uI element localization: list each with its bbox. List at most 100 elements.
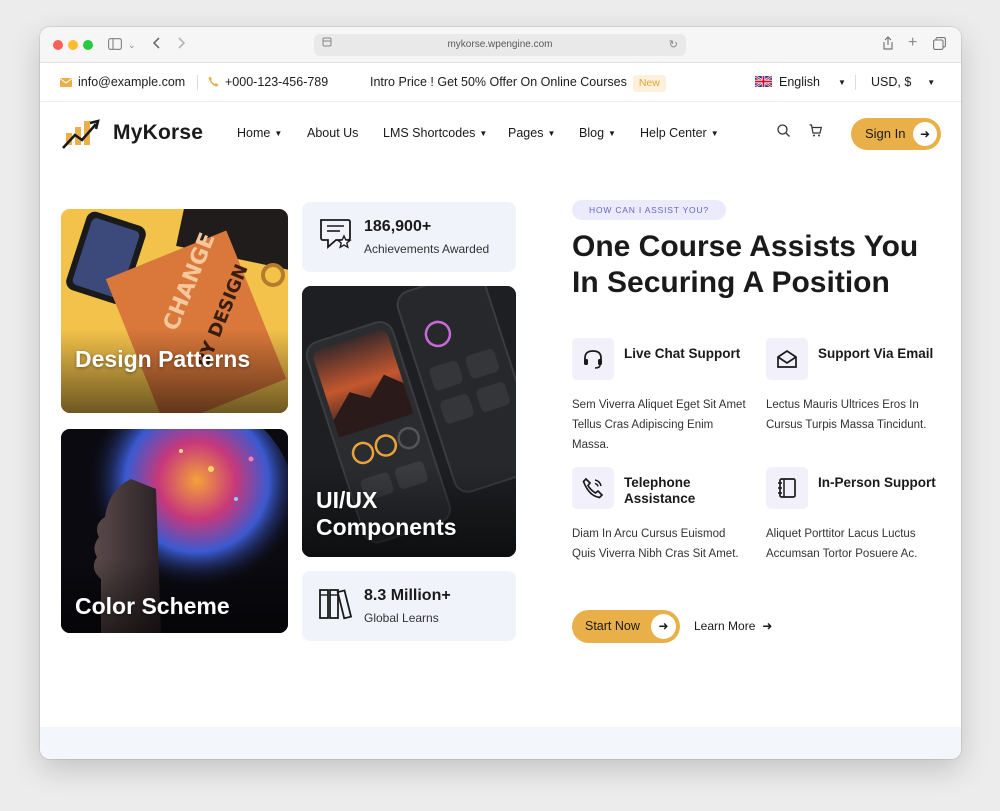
design-patterns-image: CHANGE BY DESIGN xyxy=(61,209,288,413)
nav-home[interactable]: Home ▼ xyxy=(237,126,282,140)
hero-section: CHANGE BY DESIGN Design Patterns Color S… xyxy=(40,167,961,727)
chevron-down-icon[interactable]: ⌄ xyxy=(128,36,136,54)
browser-window: ⌄ mykorse.wpengine.com ↻ + info@example.… xyxy=(40,27,961,759)
feature-title: In-Person Support xyxy=(818,475,936,490)
site-header: MyKorse Home ▼ About Us LMS Shortcodes ▼ P… xyxy=(40,102,961,166)
logo-icon[interactable] xyxy=(62,115,104,151)
tab-overview-icon[interactable] xyxy=(933,36,946,54)
books-icon xyxy=(319,589,353,620)
stat-label: Achievements Awarded xyxy=(364,242,490,256)
url-text: mykorse.wpengine.com xyxy=(447,39,553,50)
learn-more-link[interactable]: Learn More ➜ xyxy=(694,610,772,643)
mail-icon xyxy=(60,78,72,87)
reload-icon[interactable]: ↻ xyxy=(669,34,678,56)
feature-icon-box xyxy=(572,467,614,509)
new-badge: New xyxy=(632,75,666,92)
stat-number: 8.3 Million+ xyxy=(364,587,451,604)
global-learns-stat: 8.3 Million+ Global Learns xyxy=(302,571,516,641)
nav-pages[interactable]: Pages ▼ xyxy=(508,126,555,140)
arrow-right-icon: ➜ xyxy=(651,614,676,639)
stat-label: Global Learns xyxy=(364,611,439,625)
phone-icon xyxy=(208,76,219,87)
feature-title: Support Via Email xyxy=(818,346,934,361)
hero-headline: One Course Assists You In Securing A Pos… xyxy=(572,230,919,299)
search-icon[interactable] xyxy=(777,124,790,142)
nav-help-center[interactable]: Help Center ▼ xyxy=(640,126,719,140)
nav-blog[interactable]: Blog ▼ xyxy=(579,126,616,140)
browser-toolbar: ⌄ mykorse.wpengine.com ↻ + xyxy=(40,27,961,63)
chevron-down-icon: ▼ xyxy=(274,129,283,138)
chevron-down-icon: ▼ xyxy=(838,78,846,87)
card-title: UI/UX Components xyxy=(316,487,457,540)
nav-lms-shortcodes[interactable]: LMS Shortcodes ▼ xyxy=(383,126,487,140)
back-icon[interactable] xyxy=(152,36,162,54)
email-text: info@example.com xyxy=(78,75,186,89)
feature-description: Lectus Mauris Ultrices Eros In Cursus Tu… xyxy=(766,399,927,431)
phone-call-icon xyxy=(582,477,604,499)
share-icon[interactable] xyxy=(882,36,894,54)
divider xyxy=(855,75,856,90)
promo-banner: Intro Price ! Get 50% Offer On Online Co… xyxy=(370,63,666,102)
nav-label: Pages xyxy=(508,126,544,140)
phone-contact[interactable]: +000-123-456-789 xyxy=(208,63,328,102)
certificate-icon xyxy=(320,219,352,249)
start-now-button[interactable]: Start Now ➜ xyxy=(572,610,680,643)
divider xyxy=(197,75,198,90)
design-patterns-card[interactable]: CHANGE BY DESIGN Design Patterns xyxy=(61,209,288,413)
color-scheme-card[interactable]: Color Scheme xyxy=(61,429,288,633)
card-title: Design Patterns xyxy=(75,346,251,372)
achievements-stat: 186,900+ Achievements Awarded xyxy=(302,202,516,272)
nav-label: Blog xyxy=(579,126,605,140)
stat-number: 186,900+ xyxy=(364,218,432,235)
minimize-window-button[interactable] xyxy=(68,40,78,50)
sign-in-label: Sign In xyxy=(865,126,906,141)
address-bar[interactable]: mykorse.wpengine.com ↻ xyxy=(314,34,686,56)
card-title: Color Scheme xyxy=(75,593,230,619)
nav-label: About Us xyxy=(307,126,359,140)
arrow-right-icon: ➜ xyxy=(762,619,773,633)
headset-icon xyxy=(584,350,602,369)
logo-text[interactable]: MyKorse xyxy=(113,121,203,145)
nav-about[interactable]: About Us xyxy=(307,126,358,140)
feature-icon-box xyxy=(766,338,808,380)
feature-description: Aliquet Porttitor Lacus Luctus Accumsan … xyxy=(766,528,918,560)
eyebrow-badge: HOW CAN I ASSIST YOU? xyxy=(572,200,726,220)
nav-label: LMS Shortcodes xyxy=(383,126,476,140)
arrow-right-icon: ➜ xyxy=(913,122,937,146)
feature-icon-box xyxy=(766,467,808,509)
nav-label: Help Center xyxy=(640,126,707,140)
forward-icon[interactable] xyxy=(176,36,186,54)
uk-flag-icon xyxy=(755,76,772,87)
currency-selector[interactable]: USD, $ ▼ xyxy=(871,63,935,102)
nav-label: Home xyxy=(237,126,271,140)
language-label: English xyxy=(779,75,820,89)
envelope-open-icon xyxy=(777,349,797,368)
site-info-icon[interactable] xyxy=(322,34,332,56)
maximize-window-button[interactable] xyxy=(83,40,93,50)
chevron-down-icon: ▼ xyxy=(710,129,719,138)
cart-icon[interactable] xyxy=(809,124,823,142)
feature-icon-box xyxy=(572,338,614,380)
feature-title: Live Chat Support xyxy=(624,346,741,361)
start-now-label: Start Now xyxy=(585,619,640,633)
currency-label: USD, $ xyxy=(871,75,912,89)
sign-in-button[interactable]: Sign In ➜ xyxy=(851,118,941,150)
chevron-down-icon: ▼ xyxy=(479,129,488,138)
chevron-down-icon: ▼ xyxy=(547,129,556,138)
top-info-bar: info@example.com +000-123-456-789 Intro … xyxy=(40,63,961,102)
email-contact[interactable]: info@example.com xyxy=(60,63,185,102)
close-window-button[interactable] xyxy=(53,40,63,50)
feature-description: Diam In Arcu Cursus Euismod Quis Viverra… xyxy=(572,528,739,560)
phone-text: +000-123-456-789 xyxy=(225,75,329,89)
learn-more-label: Learn More xyxy=(694,619,756,633)
feature-description: Sem Viverra Aliquet Eget Sit Amet Tellus… xyxy=(572,399,746,451)
chevron-down-icon: ▼ xyxy=(608,129,616,138)
promo-text: Intro Price ! Get 50% Offer On Online Co… xyxy=(370,75,627,89)
sidebar-toggle-icon[interactable] xyxy=(108,36,123,54)
language-selector[interactable]: English ▼ xyxy=(755,63,846,102)
feature-title: Telephone Assistance xyxy=(624,475,696,506)
new-tab-icon[interactable]: + xyxy=(908,34,917,52)
uiux-components-card[interactable]: UI/UX Components xyxy=(302,286,516,557)
next-section-band xyxy=(40,727,961,759)
notebook-icon xyxy=(778,478,796,498)
